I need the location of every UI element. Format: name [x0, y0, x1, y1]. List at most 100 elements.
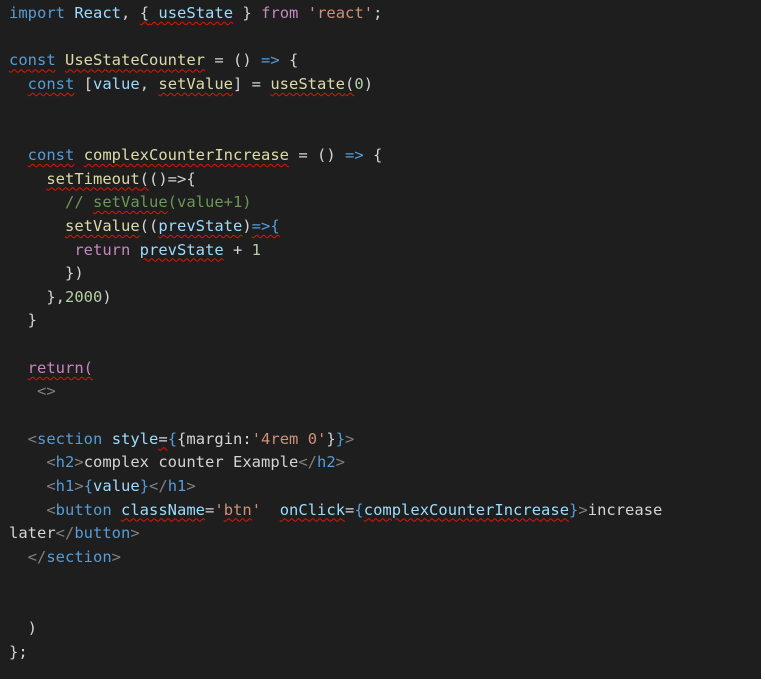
code-line[interactable]: }) [9, 261, 84, 285]
code-token: > [74, 477, 84, 495]
code-token: ; [373, 4, 383, 22]
code-token: } [326, 429, 336, 448]
code-line[interactable]: setValue((prevState)=>{ [9, 214, 280, 238]
code-token: > [578, 500, 588, 519]
code-token: // [65, 193, 93, 212]
code-token: { [83, 477, 94, 495]
code-token: value [93, 74, 140, 93]
code-token: { [279, 51, 299, 70]
code-token: setValue [158, 74, 234, 93]
code-line[interactable]: import React, { useState } from 'react'; [9, 1, 382, 25]
code-line[interactable]: return( [9, 356, 93, 380]
code-token: </ [149, 477, 168, 495]
code-token: { [167, 429, 178, 448]
code-token: return [74, 240, 131, 259]
code-token: ) [9, 618, 37, 637]
code-line[interactable]: const UseStateCounter = () => { [9, 48, 298, 72]
code-token: = () [205, 51, 261, 70]
code-token: { [354, 500, 364, 519]
code-token: }; [9, 642, 28, 661]
code-token: } [569, 500, 579, 519]
code-token: < [46, 477, 56, 495]
code-token: complexCounterIncrease [83, 145, 289, 164]
code-token: ()=>{ [149, 169, 196, 188]
code-line[interactable]: </section> [9, 545, 121, 569]
code-token: < [27, 429, 38, 448]
code-token: > [74, 453, 84, 472]
code-line[interactable]: later</button> [9, 521, 140, 545]
code-token: [ [74, 74, 94, 93]
code-token: const [27, 145, 75, 164]
code-line[interactable]: } [9, 308, 37, 332]
code-token: React [74, 4, 122, 22]
code-token: > [345, 429, 355, 448]
code-line[interactable]: <h1>{value}</h1> [9, 474, 196, 498]
code-token: </ [55, 524, 75, 543]
code-token: => [345, 145, 364, 164]
code-token: ( [139, 169, 149, 188]
code-token: 0 [354, 74, 364, 93]
code-token: > [130, 524, 140, 543]
code-token: section [46, 547, 112, 566]
code-line[interactable]: <button className='btn' onClick={complex… [9, 498, 662, 522]
code-line[interactable]: setTimeout(()=>{ [9, 167, 196, 191]
code-line[interactable]: <> [9, 379, 56, 403]
code-token: useState [149, 4, 234, 22]
code-token: = [345, 500, 355, 519]
code-token: </ [298, 453, 317, 472]
code-token: setTimeout [46, 169, 140, 188]
code-token: UseStateCounter [65, 51, 205, 70]
code-token: = () [289, 145, 345, 164]
code-token: }, [9, 287, 65, 306]
code-token: const [27, 74, 75, 93]
code-token: from [261, 4, 299, 22]
code-line[interactable]: const complexCounterIncrease = () => { [9, 143, 383, 167]
code-token: prevState [158, 216, 243, 235]
code-line[interactable]: },2000) [9, 285, 111, 309]
code-token: className [121, 500, 206, 519]
code-line[interactable] [9, 592, 28, 616]
code-editor[interactable]: import React, { useState } from 'react';… [0, 0, 765, 683]
code-token: { [139, 4, 150, 22]
code-line[interactable]: <h2>complex counter Example</h2> [9, 450, 345, 474]
code-token: prevState [139, 240, 224, 259]
code-token: setValue [65, 216, 140, 235]
code-line[interactable]: }; [9, 640, 28, 664]
code-token: h2 [55, 453, 75, 472]
code-token: } [9, 311, 37, 330]
code-token: => [261, 51, 280, 70]
code-token: ) [242, 216, 252, 235]
code-line[interactable]: return prevState + 1 [9, 238, 261, 262]
code-token: , [121, 4, 131, 22]
code-token: {margin: [177, 429, 252, 448]
code-token: ( [345, 74, 355, 93]
code-token: button [74, 524, 131, 543]
code-token: (( [139, 216, 159, 235]
code-token: complex counter Example [83, 453, 299, 472]
code-line[interactable]: // setValue(value+1) [9, 190, 252, 214]
code-token: style [111, 429, 159, 448]
code-line[interactable]: <section style={{margin:'4rem 0'}}> [9, 427, 355, 451]
code-token: > [186, 477, 196, 495]
code-line[interactable]: ) [9, 616, 37, 640]
code-token: , [139, 74, 159, 93]
code-token: onClick [279, 500, 346, 519]
code-line[interactable]: const [value, setValue] = useState(0) [9, 72, 373, 96]
